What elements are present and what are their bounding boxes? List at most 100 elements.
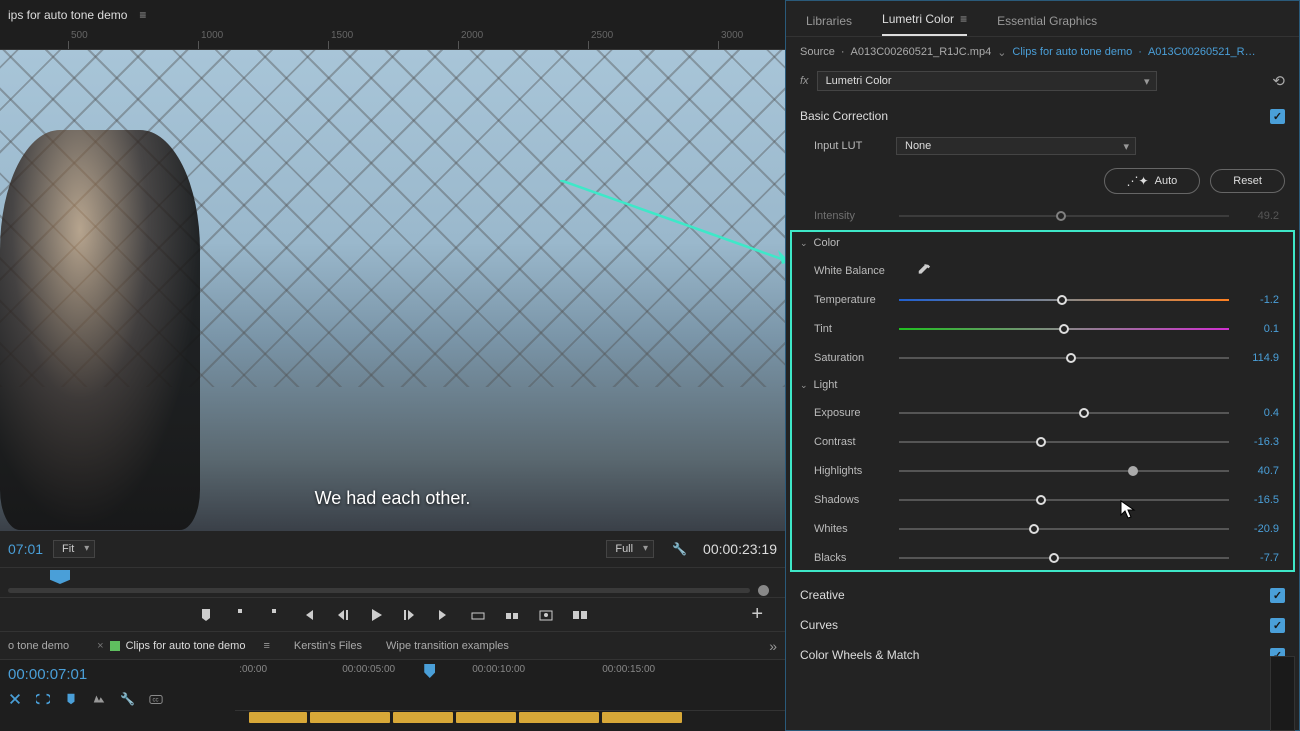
zoom-dropdown[interactable]: Fit xyxy=(53,540,95,558)
mini-timeline[interactable] xyxy=(0,567,785,597)
eyedropper-icon[interactable] xyxy=(914,261,934,281)
blacks-slider[interactable] xyxy=(899,557,1229,559)
color-subsection-header[interactable]: ⌄ Color xyxy=(786,230,1299,256)
lift-button[interactable] xyxy=(470,607,486,623)
clip-segment[interactable] xyxy=(456,712,516,723)
go-to-out-button[interactable] xyxy=(436,607,452,623)
section-creative[interactable]: Creative ✓ xyxy=(786,580,1299,610)
panel-menu-icon[interactable]: ≡ xyxy=(263,640,269,652)
play-button[interactable] xyxy=(368,607,384,623)
whites-slider[interactable] xyxy=(899,528,1229,530)
zoom-scrollbar[interactable] xyxy=(8,588,750,593)
wrench-icon[interactable]: 🔧 xyxy=(120,692,135,706)
linked-selection-toggle[interactable] xyxy=(36,692,50,706)
zoom-thumb[interactable] xyxy=(758,585,769,596)
go-to-in-button[interactable] xyxy=(300,607,316,623)
reset-button[interactable]: Reset xyxy=(1210,169,1285,193)
section-basic-correction[interactable]: Basic Correction ✓ xyxy=(786,101,1299,131)
section-enable-checkbox[interactable]: ✓ xyxy=(1270,618,1285,633)
clip-segment[interactable] xyxy=(602,712,682,723)
extract-button[interactable] xyxy=(504,607,520,623)
chevron-down-icon[interactable]: ⌄ xyxy=(997,46,1006,59)
saturation-value[interactable]: 114.9 xyxy=(1239,352,1279,364)
breadcrumb-active-clip[interactable]: A013C00260521_R… xyxy=(1148,46,1256,58)
close-icon[interactable]: × xyxy=(97,640,103,652)
timeline-timecode[interactable]: 00:00:07:01 xyxy=(8,666,87,683)
contrast-value[interactable]: -16.3 xyxy=(1239,436,1279,448)
step-forward-button[interactable] xyxy=(402,607,418,623)
temperature-slider[interactable] xyxy=(899,299,1229,301)
playhead-marker[interactable] xyxy=(50,570,70,584)
exposure-value[interactable]: 0.4 xyxy=(1239,407,1279,419)
captions-toggle[interactable]: cc xyxy=(149,692,163,706)
clip-segment[interactable] xyxy=(249,712,307,723)
highlights-slider[interactable] xyxy=(899,470,1229,472)
quality-dropdown[interactable]: Full xyxy=(606,540,654,558)
add-marker-toggle[interactable] xyxy=(64,692,78,706)
input-lut-dropdown[interactable]: None xyxy=(896,137,1136,155)
timecode-left[interactable]: 07:01 xyxy=(8,541,43,557)
mark-out-button[interactable] xyxy=(266,607,282,623)
clip-segment[interactable] xyxy=(519,712,599,723)
tab-overflow-icon[interactable]: » xyxy=(769,638,777,654)
breadcrumb-sequence[interactable]: Clips for auto tone demo xyxy=(1012,46,1132,58)
highlights-value[interactable]: 40.7 xyxy=(1239,465,1279,477)
whites-slider-row: Whites -20.9 xyxy=(786,514,1299,543)
button-editor-icon[interactable]: + xyxy=(751,603,763,626)
timeline-settings-icon[interactable] xyxy=(92,692,106,706)
section-color-wheels[interactable]: Color Wheels & Match ✓ xyxy=(786,640,1299,670)
playhead-icon[interactable] xyxy=(424,664,435,678)
step-back-button[interactable] xyxy=(334,607,350,623)
sequence-tab-4[interactable]: Wipe transition examples xyxy=(386,640,509,652)
add-marker-button[interactable] xyxy=(198,607,214,623)
sequence-tab-active[interactable]: × Clips for auto tone demo ≡ xyxy=(93,640,270,652)
input-lut-row: Input LUT None xyxy=(786,131,1299,161)
mark-in-button[interactable] xyxy=(232,607,248,623)
tab-essential-graphics[interactable]: Essential Graphics xyxy=(997,14,1097,36)
fx-icon[interactable]: fx xyxy=(800,75,809,87)
blacks-value[interactable]: -7.7 xyxy=(1239,552,1279,564)
settings-icon[interactable]: 🔧 xyxy=(672,542,687,556)
reset-effect-icon[interactable]: ⟲ xyxy=(1272,72,1285,90)
shadows-value[interactable]: -16.5 xyxy=(1239,494,1279,506)
comparison-view-button[interactable] xyxy=(572,607,588,623)
tint-slider[interactable] xyxy=(899,328,1229,330)
breadcrumb-source-clip[interactable]: A013C00260521_R1JC.mp4 xyxy=(851,46,992,58)
timeline-clips-track[interactable] xyxy=(235,710,785,724)
section-enable-checkbox[interactable]: ✓ xyxy=(1270,109,1285,124)
blacks-slider-row: Blacks -7.7 xyxy=(786,543,1299,572)
clip-segment[interactable] xyxy=(393,712,453,723)
shadows-slider[interactable] xyxy=(899,499,1229,501)
effect-dropdown[interactable]: Lumetri Color xyxy=(817,71,1157,91)
tab-lumetri-color[interactable]: Lumetri Color≡ xyxy=(882,12,967,36)
panel-menu-icon[interactable]: ≡ xyxy=(960,12,967,26)
panel-menu-icon[interactable]: ≡ xyxy=(139,8,146,22)
sequence-tab-3[interactable]: Kerstin's Files xyxy=(294,640,362,652)
export-frame-button[interactable] xyxy=(538,607,554,623)
subsection-title: Color xyxy=(814,237,840,249)
section-enable-checkbox[interactable]: ✓ xyxy=(1270,588,1285,603)
sequence-tab-prev[interactable]: o tone demo xyxy=(8,640,69,652)
top-ruler[interactable]: 500 1000 1500 2000 2500 3000 xyxy=(0,30,785,50)
sequence-tabs: o tone demo × Clips for auto tone demo ≡… xyxy=(0,632,785,660)
timeline-ruler[interactable]: :00:00 00:00:05:00 00:00:10:00 00:00:15:… xyxy=(229,664,777,684)
timecode-right[interactable]: 00:00:23:19 xyxy=(703,541,777,557)
contrast-slider[interactable] xyxy=(899,441,1229,443)
exposure-slider[interactable] xyxy=(899,412,1229,414)
ruler-tick-label: 00:00:15:00 xyxy=(602,664,655,675)
program-monitor[interactable]: We had each other. xyxy=(0,50,785,531)
clip-segment[interactable] xyxy=(310,712,390,723)
saturation-slider[interactable] xyxy=(899,357,1229,359)
section-curves[interactable]: Curves ✓ xyxy=(786,610,1299,640)
intensity-value[interactable]: 49.2 xyxy=(1239,210,1279,222)
program-tab-label[interactable]: ips for auto tone demo xyxy=(8,8,127,22)
temperature-value[interactable]: -1.2 xyxy=(1239,294,1279,306)
snap-toggle[interactable] xyxy=(8,692,22,706)
timeline-panel: o tone demo × Clips for auto tone demo ≡… xyxy=(0,631,785,731)
intensity-slider[interactable] xyxy=(899,215,1229,217)
whites-value[interactable]: -20.9 xyxy=(1239,523,1279,535)
tint-value[interactable]: 0.1 xyxy=(1239,323,1279,335)
auto-button[interactable]: ⋰✦Auto xyxy=(1104,168,1201,194)
light-subsection-header[interactable]: ⌄ Light xyxy=(786,372,1299,398)
tab-libraries[interactable]: Libraries xyxy=(806,14,852,36)
